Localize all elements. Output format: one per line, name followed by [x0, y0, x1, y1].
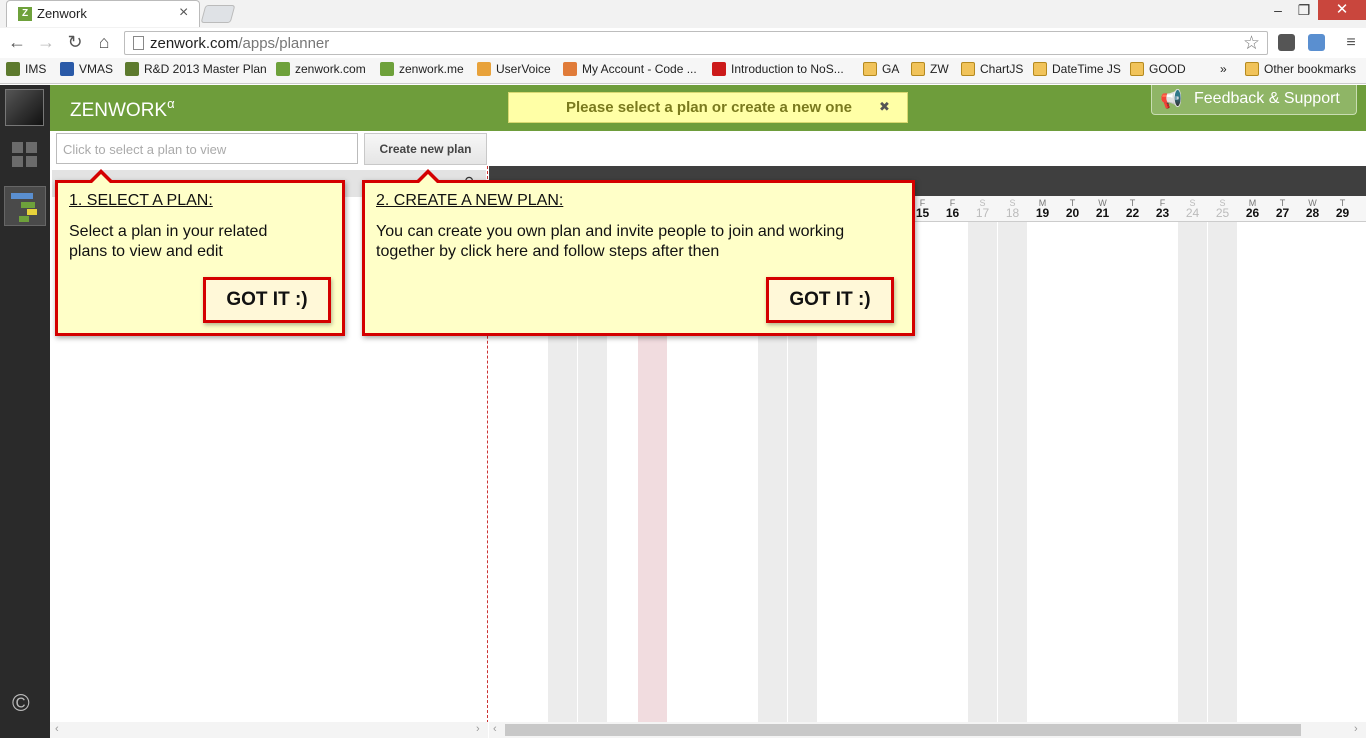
- scroll-left-icon[interactable]: ‹: [493, 723, 497, 735]
- bookmark-zenwork-com[interactable]: zenwork.com: [276, 62, 366, 78]
- got-it-button[interactable]: GOT IT :): [766, 277, 894, 323]
- folder-icon: [1033, 62, 1047, 76]
- notice-banner: Please select a plan or create a new one…: [508, 92, 908, 123]
- bookmark-ga[interactable]: GA: [863, 62, 899, 78]
- bookmark-good[interactable]: GOOD: [1130, 62, 1186, 78]
- tooltip-title: 1. SELECT A PLAN:: [69, 192, 213, 209]
- tooltip-title: 2. CREATE A NEW PLAN:: [376, 192, 564, 209]
- day-header: T 20: [1065, 198, 1080, 220]
- tooltip-text: You can create you own plan and invite p…: [376, 223, 845, 260]
- create-plan-button[interactable]: Create new plan: [364, 133, 487, 165]
- bookmark-rd-master-plan[interactable]: R&D 2013 Master Plan: [125, 62, 267, 78]
- megaphone-icon: 📢: [1160, 89, 1183, 109]
- home-icon[interactable]: ⌂: [93, 32, 115, 53]
- bookmark-uservoice[interactable]: UserVoice: [477, 62, 551, 78]
- day-header: W 21: [1095, 198, 1110, 220]
- other-bookmarks[interactable]: Other bookmarks: [1245, 62, 1356, 78]
- tab-title: Zenwork: [37, 6, 87, 21]
- page-icon: [133, 36, 144, 50]
- day-header: F 16: [945, 198, 960, 220]
- day-header: S 25: [1215, 198, 1230, 220]
- bookmarks-overflow[interactable]: »: [1220, 62, 1227, 78]
- day-header: W 28: [1305, 198, 1320, 220]
- feedback-button[interactable]: 📢 Feedback & Support: [1151, 85, 1357, 115]
- scroll-left-icon[interactable]: ‹: [55, 723, 59, 735]
- day-header: T 22: [1125, 198, 1140, 220]
- feedback-label: Feedback & Support: [1194, 90, 1340, 107]
- notice-close-icon[interactable]: ✖: [879, 99, 890, 115]
- day-header: M 26: [1245, 198, 1260, 220]
- youtube-icon: [712, 62, 726, 76]
- got-it-button[interactable]: GOT IT :): [203, 277, 331, 323]
- app-sidebar: [0, 85, 50, 738]
- select-plan-tooltip: 1. SELECT A PLAN: Select a plan in your …: [55, 169, 345, 336]
- day-header: S 24: [1185, 198, 1200, 220]
- weekend-column: [1208, 222, 1237, 722]
- day-header: T 29: [1335, 198, 1350, 220]
- vmas-icon: [60, 62, 74, 76]
- gantt-scroll-thumb[interactable]: [505, 724, 1301, 736]
- browser-tab[interactable]: Z Zenwork ×: [6, 0, 200, 27]
- forward-icon[interactable]: →: [35, 32, 57, 53]
- zenwork-icon: [276, 62, 290, 76]
- weekend-column: [1178, 222, 1207, 722]
- close-tab-icon[interactable]: ×: [179, 4, 188, 22]
- minimize-icon[interactable]: –: [1266, 2, 1290, 18]
- folder-icon: [1130, 62, 1144, 76]
- brand-logo: ZENWORKα: [70, 96, 175, 121]
- new-tab-button[interactable]: [200, 5, 236, 23]
- extension-icon[interactable]: [1308, 34, 1325, 51]
- bookmark-star-icon[interactable]: ☆: [1243, 32, 1260, 55]
- create-plan-tooltip: 2. CREATE A NEW PLAN: You can create you…: [362, 169, 915, 336]
- tooltip-text: Select a plan in your related plans to vi…: [69, 223, 268, 260]
- day-header: F 23: [1155, 198, 1170, 220]
- menu-icon[interactable]: ≡: [1340, 34, 1362, 52]
- tooltip-arrow: [88, 169, 114, 183]
- weekend-column: [968, 222, 997, 722]
- day-header: S 18: [1005, 198, 1020, 220]
- window-close-icon[interactable]: ✕: [1318, 0, 1366, 20]
- scroll-right-icon[interactable]: ›: [476, 723, 480, 735]
- bookmark-ims[interactable]: IMS: [6, 62, 46, 78]
- url-text: zenwork.com/apps/planner: [150, 35, 330, 52]
- notice-text: Please select a plan or create a new one: [566, 99, 852, 116]
- ims-icon: [6, 62, 20, 76]
- scroll-right-icon[interactable]: ›: [1354, 723, 1358, 735]
- folder-icon: [911, 62, 925, 76]
- bookmark-zenwork-me[interactable]: zenwork.me: [380, 62, 464, 78]
- planner-icon[interactable]: [4, 186, 46, 226]
- bookmark-nosql[interactable]: Introduction to NoS...: [712, 62, 844, 78]
- reload-icon[interactable]: ↻: [64, 32, 86, 53]
- bookmark-datetime-js[interactable]: DateTime JS: [1033, 62, 1121, 78]
- bookmark-chartjs[interactable]: ChartJS: [961, 62, 1023, 78]
- plan-select-input[interactable]: Click to select a plan to view: [56, 133, 358, 164]
- weekend-column: [998, 222, 1027, 722]
- day-header: S 17: [975, 198, 990, 220]
- address-bar[interactable]: zenwork.com/apps/planner ☆: [124, 31, 1268, 55]
- left-scrollbar[interactable]: ‹ ›: [50, 722, 488, 738]
- tooltip-arrow: [415, 169, 441, 183]
- copyright-icon[interactable]: ©: [12, 690, 30, 718]
- zenwork-icon: [380, 62, 394, 76]
- folder-icon: [1245, 62, 1259, 76]
- back-icon[interactable]: ←: [6, 32, 28, 53]
- bookmark-zw[interactable]: ZW: [911, 62, 949, 78]
- code-icon: [563, 62, 577, 76]
- ims-icon: [125, 62, 139, 76]
- dashboard-grid-icon[interactable]: [12, 142, 37, 167]
- pocket-icon[interactable]: [1278, 34, 1295, 51]
- user-avatar[interactable]: [5, 89, 44, 126]
- bookmark-vmas[interactable]: VMAS: [60, 62, 113, 78]
- uservoice-icon: [477, 62, 491, 76]
- folder-icon: [961, 62, 975, 76]
- day-header: M 19: [1035, 198, 1050, 220]
- zenwork-favicon-icon: Z: [18, 7, 32, 21]
- restore-icon[interactable]: ❐: [1292, 2, 1316, 19]
- day-header: T 27: [1275, 198, 1290, 220]
- bookmark-my-account[interactable]: My Account - Code ...: [563, 62, 697, 78]
- folder-icon: [863, 62, 877, 76]
